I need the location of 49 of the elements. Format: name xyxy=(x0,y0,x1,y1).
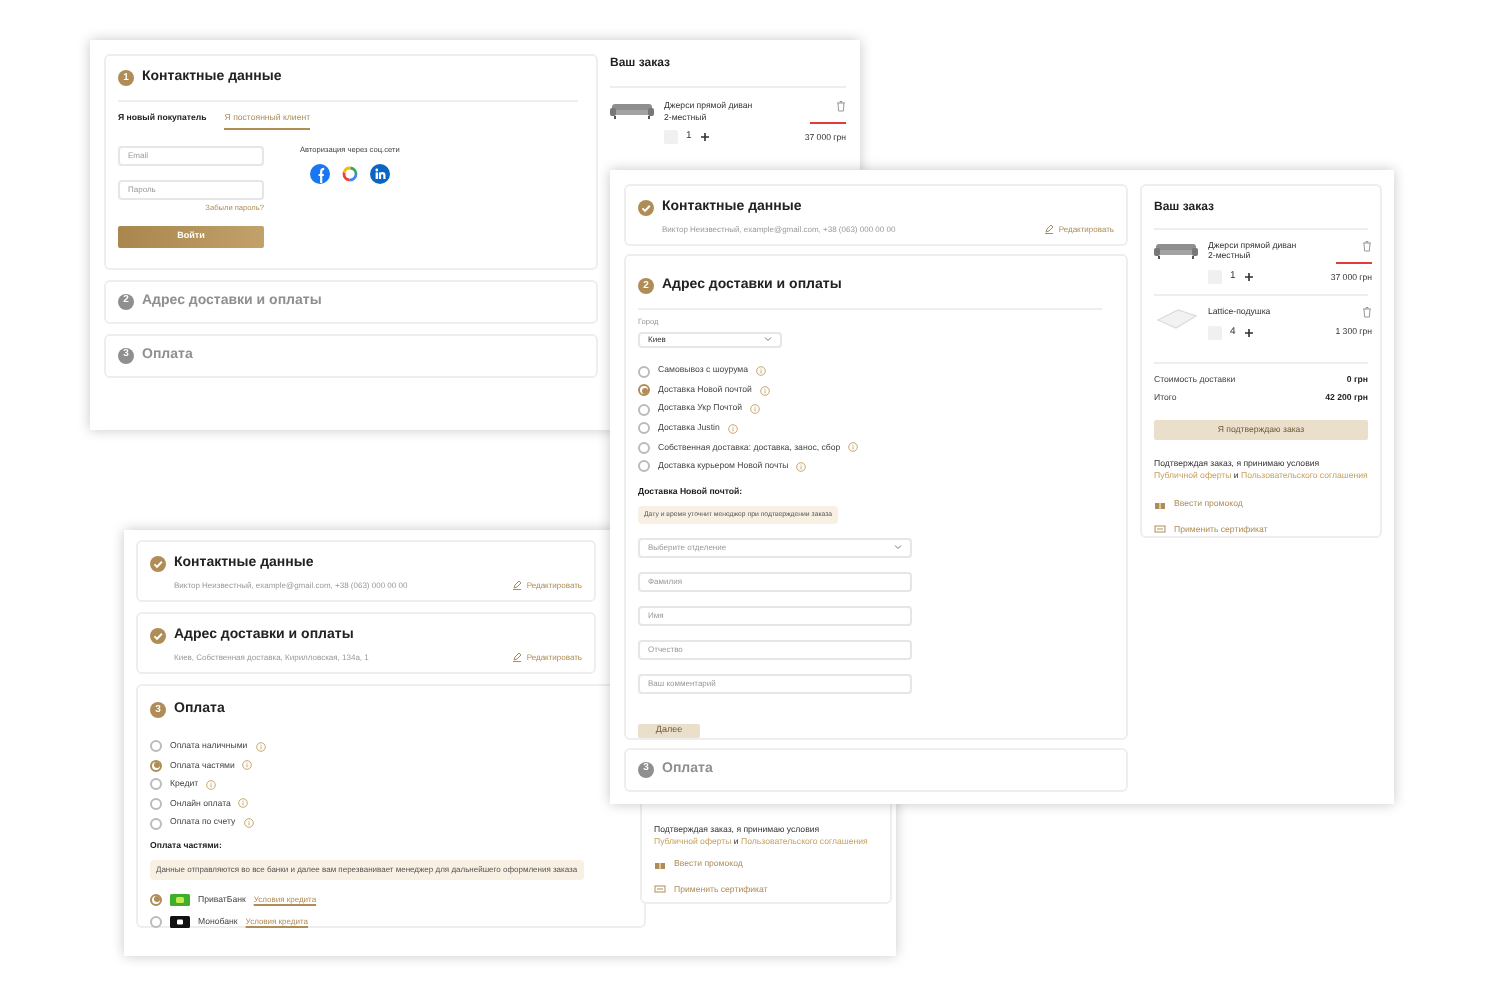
certificate-icon xyxy=(1154,524,1166,535)
radio-button[interactable] xyxy=(150,817,162,830)
discount-line xyxy=(1336,261,1372,264)
sofa-icon xyxy=(1154,239,1198,260)
radio-button[interactable] xyxy=(150,893,162,906)
gift-icon xyxy=(654,859,666,870)
bank-logo-icon xyxy=(170,916,190,929)
info-icon xyxy=(255,741,266,752)
linkedin-icon[interactable] xyxy=(369,163,390,184)
info-icon xyxy=(206,779,217,790)
pencil-icon xyxy=(512,652,523,662)
info-icon xyxy=(756,366,767,376)
radio-button[interactable] xyxy=(638,384,650,397)
pillow-icon xyxy=(1154,306,1198,331)
plus-icon[interactable] xyxy=(1243,272,1254,283)
info-icon xyxy=(243,818,254,829)
chevron-down-icon xyxy=(894,544,902,551)
facebook-icon[interactable] xyxy=(309,163,330,184)
info-icon xyxy=(242,760,253,771)
radio-button[interactable] xyxy=(638,460,650,473)
trash-icon xyxy=(836,100,846,112)
plus-icon[interactable] xyxy=(699,132,710,143)
info-icon xyxy=(796,461,807,472)
radio-button[interactable] xyxy=(150,759,162,772)
info-icon xyxy=(848,442,859,453)
radio-button[interactable] xyxy=(150,778,162,791)
info-icon xyxy=(749,404,760,415)
plus-icon[interactable] xyxy=(1243,328,1254,339)
radio-button[interactable] xyxy=(638,441,650,454)
info-icon xyxy=(727,423,738,434)
gift-icon xyxy=(1154,499,1166,510)
radio-button[interactable] xyxy=(638,422,650,435)
google-icon[interactable] xyxy=(339,163,360,184)
discount-line xyxy=(810,122,846,124)
pencil-icon xyxy=(512,580,523,590)
info-icon xyxy=(759,385,770,396)
trash-icon xyxy=(1362,306,1372,319)
radio-button[interactable] xyxy=(638,365,650,378)
radio-button[interactable] xyxy=(638,403,650,416)
pencil-icon xyxy=(1044,224,1055,234)
bank-logo-icon xyxy=(170,893,190,906)
chevron-down-icon xyxy=(764,336,772,343)
radio-button[interactable] xyxy=(150,797,162,810)
radio-button[interactable] xyxy=(150,916,162,929)
info-icon xyxy=(238,798,249,809)
sofa-icon xyxy=(610,100,654,120)
certificate-icon xyxy=(654,884,666,895)
radio-button[interactable] xyxy=(150,740,162,753)
trash-icon xyxy=(1362,239,1372,252)
